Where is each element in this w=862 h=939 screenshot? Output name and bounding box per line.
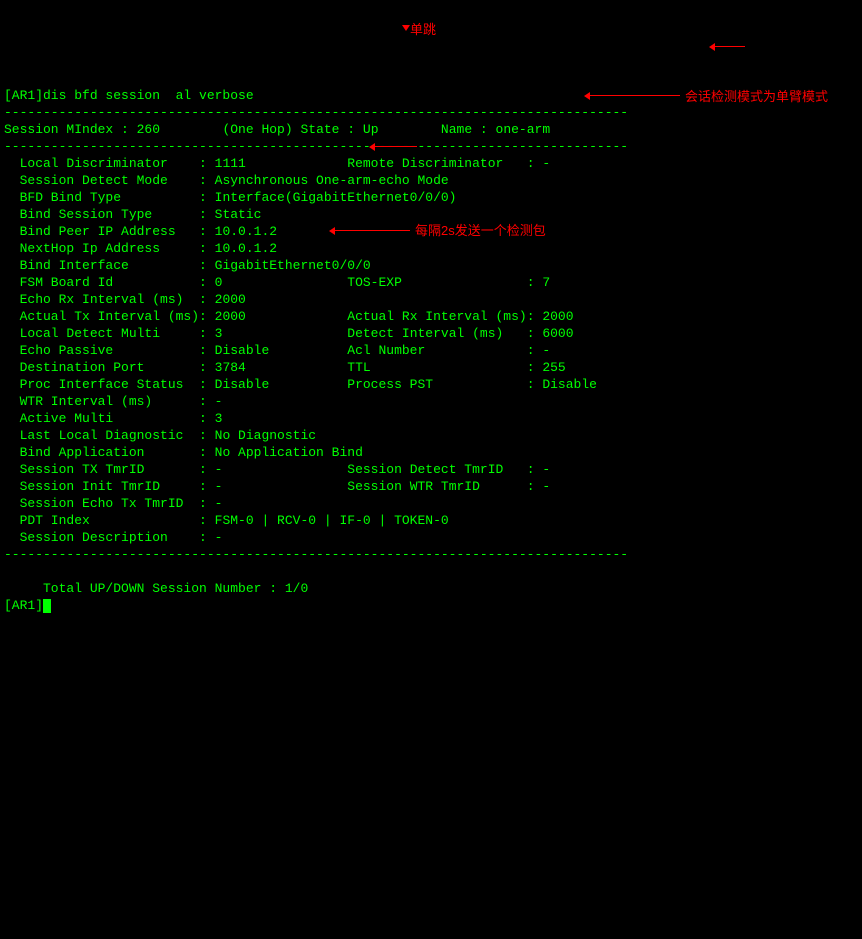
row-tx-tmr: Session TX TmrID : - Session Detect TmrI… bbox=[4, 462, 550, 477]
row-fsm: FSM Board Id : 0 TOS-EXP : 7 bbox=[4, 275, 550, 290]
command-line: [AR1]dis bfd session al verbose bbox=[4, 88, 254, 103]
row-bind-session: Bind Session Type : Static bbox=[4, 207, 261, 222]
annotation-single-hop: 单跳 bbox=[410, 21, 436, 38]
arrow-icon bbox=[715, 46, 745, 47]
row-echo-passive: Echo Passive : Disable Acl Number : - bbox=[4, 343, 550, 358]
row-wtr: WTR Interval (ms) : - bbox=[4, 394, 222, 409]
row-bind-app: Bind Application : No Application Bind bbox=[4, 445, 363, 460]
row-bind-if: Bind Interface : GigabitEthernet0/0/0 bbox=[4, 258, 371, 273]
session-header: Session MIndex : 260 (One Hop) State : U… bbox=[4, 122, 550, 137]
row-last-diag: Last Local Diagnostic : No Diagnostic bbox=[4, 428, 316, 443]
row-local-disc: Local Discriminator : 1111 Remote Discri… bbox=[4, 156, 550, 171]
arrow-icon bbox=[335, 230, 410, 231]
row-nexthop: NextHop Ip Address : 10.0.1.2 bbox=[4, 241, 277, 256]
arrow-icon bbox=[590, 95, 680, 96]
row-desc: Session Description : - bbox=[4, 530, 222, 545]
divider: ----------------------------------------… bbox=[4, 105, 628, 120]
row-dest-port: Destination Port : 3784 TTL : 255 bbox=[4, 360, 566, 375]
divider: ----------------------------------------… bbox=[4, 139, 628, 154]
annotation-mode: 会话检测模式为单臂模式 bbox=[685, 88, 828, 105]
prompt[interactable]: [AR1] bbox=[4, 598, 51, 613]
annotation-interval: 每隔2s发送一个检测包 bbox=[415, 222, 546, 239]
row-bfd-bind: BFD Bind Type : Interface(GigabitEtherne… bbox=[4, 190, 456, 205]
row-local-multi: Local Detect Multi : 3 Detect Interval (… bbox=[4, 326, 574, 341]
row-bind-peer: Bind Peer IP Address : 10.0.1.2 bbox=[4, 224, 277, 239]
row-actual-tx: Actual Tx Interval (ms): 2000 Actual Rx … bbox=[4, 309, 574, 324]
row-pdt: PDT Index : FSM-0 | RCV-0 | IF-0 | TOKEN… bbox=[4, 513, 449, 528]
row-active-multi: Active Multi : 3 bbox=[4, 411, 222, 426]
footer-total: Total UP/DOWN Session Number : 1/0 bbox=[4, 581, 308, 596]
row-detect-mode: Session Detect Mode : Asynchronous One-a… bbox=[4, 173, 449, 188]
terminal-output: [AR1]dis bfd session al verbose --------… bbox=[0, 68, 862, 616]
row-init-tmr: Session Init TmrID : - Session WTR TmrID… bbox=[4, 479, 550, 494]
cursor-icon bbox=[43, 599, 51, 613]
row-echo-rx: Echo Rx Interval (ms) : 2000 bbox=[4, 292, 246, 307]
row-proc-if: Proc Interface Status : Disable Process … bbox=[4, 377, 597, 392]
arrow-icon bbox=[375, 146, 417, 147]
row-echo-tx-tmr: Session Echo Tx TmrID : - bbox=[4, 496, 222, 511]
